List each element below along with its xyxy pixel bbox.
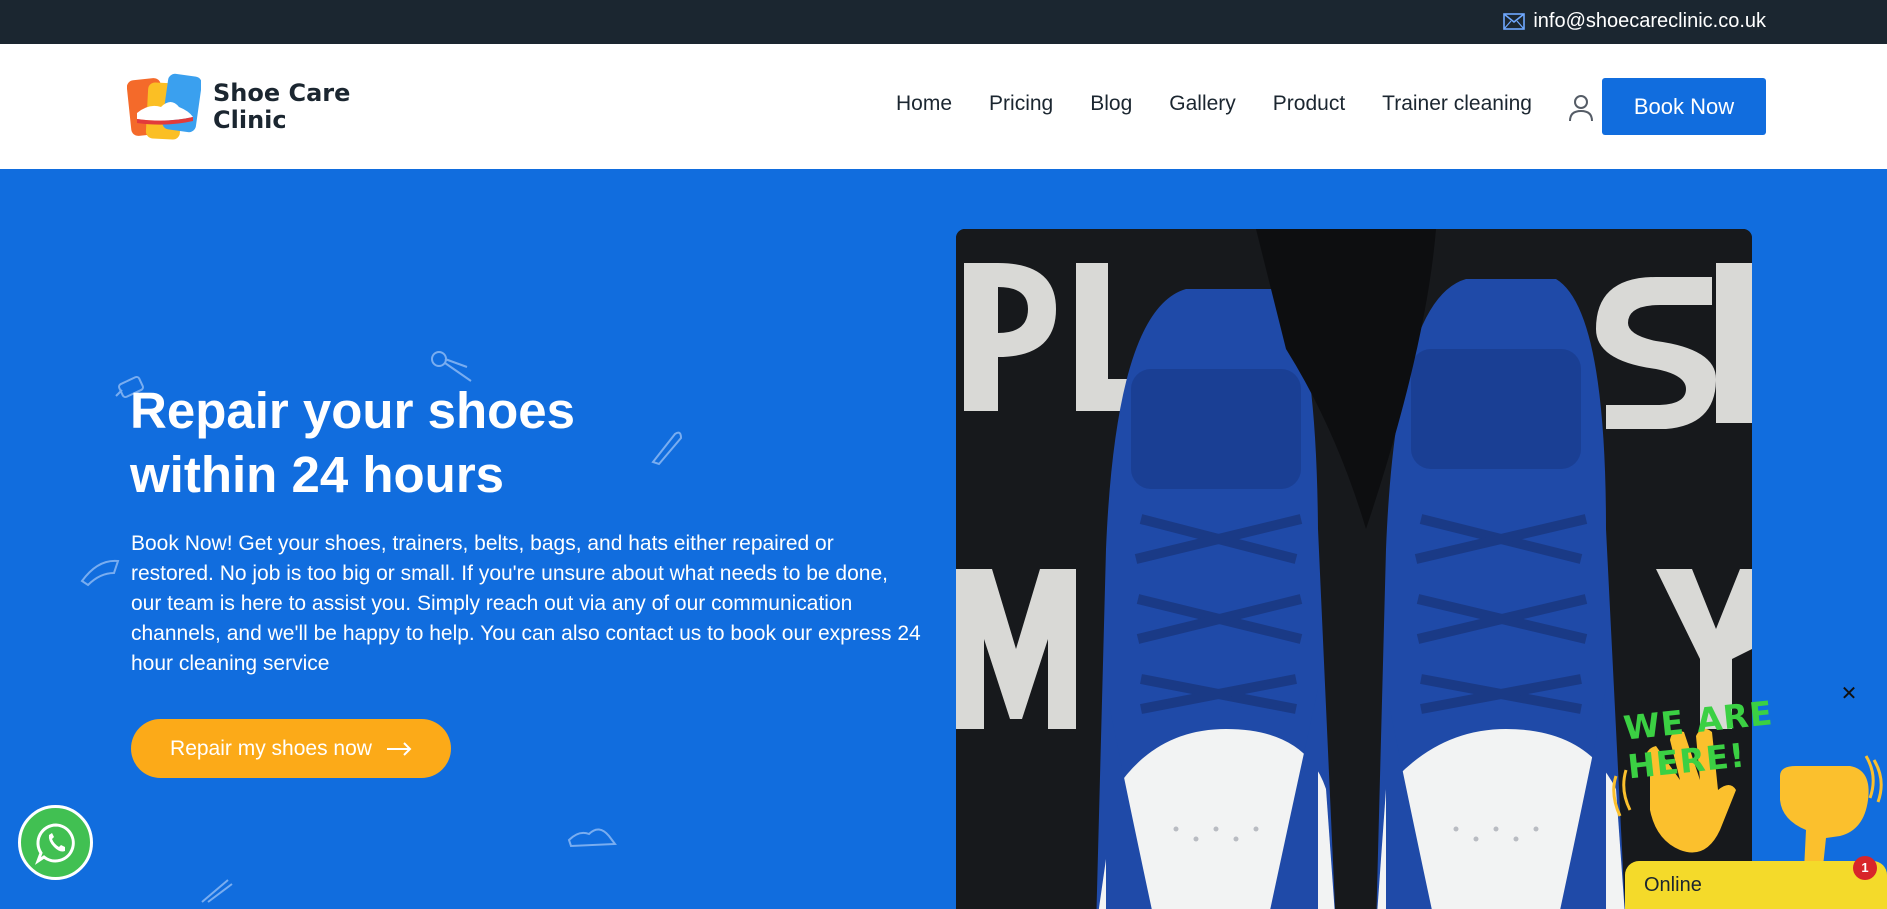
whatsapp-button[interactable] bbox=[18, 805, 93, 880]
heel-doodle-icon bbox=[80, 559, 120, 587]
contact-email-text: info@shoecareclinic.co.uk bbox=[1533, 10, 1766, 32]
sneaker-doodle-icon bbox=[567, 828, 617, 848]
hero-title-line-2: within 24 hours bbox=[130, 446, 505, 503]
repair-shoes-button-label: Repair my shoes now bbox=[170, 736, 372, 760]
hero-title: Repair your shoes within 24 hours bbox=[130, 379, 730, 507]
logo-line-1: Shoe Care bbox=[213, 79, 351, 107]
hero-description: Book Now! Get your shoes, trainers, belt… bbox=[131, 532, 921, 675]
mail-icon bbox=[1503, 13, 1526, 30]
repair-shoes-button[interactable]: Repair my shoes now bbox=[131, 719, 451, 778]
nav-product[interactable]: Product bbox=[1273, 92, 1345, 116]
site-header: Shoe Care Clinic Home Pricing Blog Galle… bbox=[0, 44, 1887, 169]
contact-email-link[interactable]: info@shoecareclinic.co.uk bbox=[1503, 10, 1766, 33]
user-icon[interactable] bbox=[1567, 93, 1595, 123]
logo-line-2: Clinic bbox=[213, 106, 287, 134]
nav-gallery[interactable]: Gallery bbox=[1169, 92, 1236, 116]
arrow-right-icon bbox=[386, 741, 412, 756]
hero-title-line-1: Repair your shoes bbox=[130, 382, 575, 439]
nav-pricing[interactable]: Pricing bbox=[989, 92, 1053, 116]
logo-wordmark: Shoe Care Clinic bbox=[213, 80, 350, 134]
main-nav: Home Pricing Blog Gallery Product Traine… bbox=[896, 92, 1532, 116]
whatsapp-icon bbox=[34, 822, 75, 865]
tool-doodle-icon bbox=[201, 879, 233, 903]
nav-blog[interactable]: Blog bbox=[1090, 92, 1132, 116]
chat-unread-badge: 1 bbox=[1853, 856, 1877, 880]
hero-section: Repair your shoes within 24 hours Book N… bbox=[0, 169, 1887, 909]
chat-close-icon[interactable]: ✕ bbox=[1838, 683, 1860, 705]
book-now-button[interactable]: Book Now bbox=[1602, 78, 1766, 135]
nav-trainer-cleaning[interactable]: Trainer cleaning bbox=[1382, 92, 1532, 116]
shoe-logo-icon bbox=[126, 73, 202, 141]
chat-status-text: Online bbox=[1644, 874, 1702, 896]
nav-home[interactable]: Home bbox=[896, 92, 952, 116]
site-logo[interactable]: Shoe Care Clinic bbox=[126, 73, 350, 141]
top-bar: info@shoecareclinic.co.uk bbox=[0, 0, 1887, 44]
